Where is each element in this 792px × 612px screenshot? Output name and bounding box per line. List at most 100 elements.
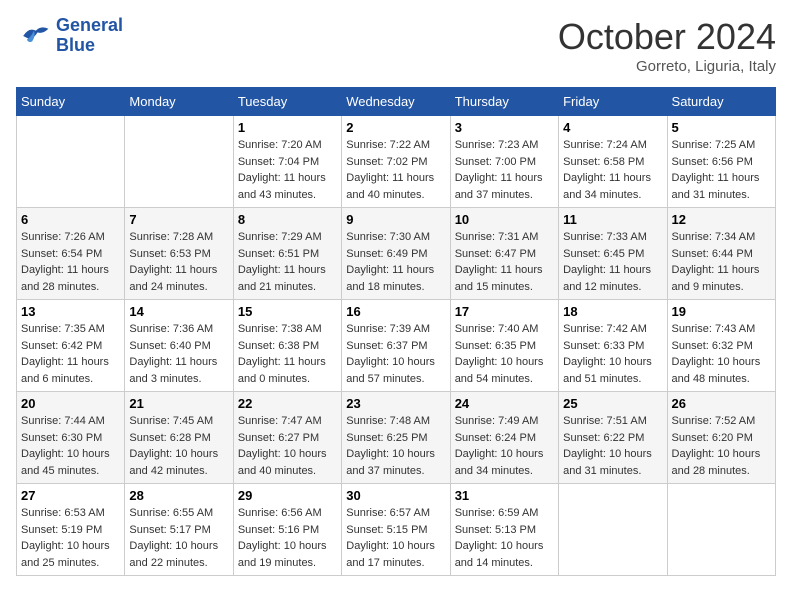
day-info: Sunrise: 7:29 AM Sunset: 6:51 PM Dayligh… <box>238 229 337 295</box>
day-number: 9 <box>346 212 445 227</box>
sunrise-text: Sunrise: 7:30 AM <box>346 231 430 243</box>
day-info: Sunrise: 7:23 AM Sunset: 7:00 PM Dayligh… <box>455 137 554 203</box>
day-info: Sunrise: 7:20 AM Sunset: 7:04 PM Dayligh… <box>238 137 337 203</box>
daylight-text: Daylight: 10 hours and 28 minutes. <box>672 448 761 477</box>
calendar-cell: 4 Sunrise: 7:24 AM Sunset: 6:58 PM Dayli… <box>559 116 667 208</box>
sunset-text: Sunset: 6:32 PM <box>672 340 753 352</box>
daylight-text: Daylight: 11 hours and 6 minutes. <box>21 356 109 385</box>
calendar-cell: 7 Sunrise: 7:28 AM Sunset: 6:53 PM Dayli… <box>125 208 233 300</box>
sunrise-text: Sunrise: 7:31 AM <box>455 231 539 243</box>
sunrise-text: Sunrise: 7:49 AM <box>455 415 539 427</box>
day-number: 21 <box>129 396 228 411</box>
location: Gorreto, Liguria, Italy <box>558 58 776 75</box>
day-number: 6 <box>21 212 120 227</box>
daylight-text: Daylight: 11 hours and 28 minutes. <box>21 264 109 293</box>
daylight-text: Daylight: 10 hours and 42 minutes. <box>129 448 218 477</box>
sunrise-text: Sunrise: 6:53 AM <box>21 507 105 519</box>
sunrise-text: Sunrise: 7:33 AM <box>563 231 647 243</box>
day-info: Sunrise: 6:55 AM Sunset: 5:17 PM Dayligh… <box>129 505 228 571</box>
daylight-text: Daylight: 10 hours and 31 minutes. <box>563 448 652 477</box>
sunrise-text: Sunrise: 7:48 AM <box>346 415 430 427</box>
day-number: 26 <box>672 396 771 411</box>
weekday-header: Sunday <box>17 88 125 116</box>
sunset-text: Sunset: 6:45 PM <box>563 248 644 260</box>
calendar-week-row: 27 Sunrise: 6:53 AM Sunset: 5:19 PM Dayl… <box>17 484 776 576</box>
calendar-week-row: 1 Sunrise: 7:20 AM Sunset: 7:04 PM Dayli… <box>17 116 776 208</box>
calendar-cell: 16 Sunrise: 7:39 AM Sunset: 6:37 PM Dayl… <box>342 300 450 392</box>
sunset-text: Sunset: 7:02 PM <box>346 156 427 168</box>
day-info: Sunrise: 7:38 AM Sunset: 6:38 PM Dayligh… <box>238 321 337 387</box>
day-number: 16 <box>346 304 445 319</box>
day-info: Sunrise: 7:52 AM Sunset: 6:20 PM Dayligh… <box>672 413 771 479</box>
day-info: Sunrise: 7:40 AM Sunset: 6:35 PM Dayligh… <box>455 321 554 387</box>
calendar-cell: 17 Sunrise: 7:40 AM Sunset: 6:35 PM Dayl… <box>450 300 558 392</box>
day-number: 29 <box>238 488 337 503</box>
sunset-text: Sunset: 6:42 PM <box>21 340 102 352</box>
calendar-table: SundayMondayTuesdayWednesdayThursdayFrid… <box>16 87 776 576</box>
daylight-text: Daylight: 10 hours and 45 minutes. <box>21 448 110 477</box>
sunrise-text: Sunrise: 7:35 AM <box>21 323 105 335</box>
daylight-text: Daylight: 11 hours and 31 minutes. <box>672 172 760 201</box>
calendar-week-row: 6 Sunrise: 7:26 AM Sunset: 6:54 PM Dayli… <box>17 208 776 300</box>
sunset-text: Sunset: 5:17 PM <box>129 524 210 536</box>
day-info: Sunrise: 7:49 AM Sunset: 6:24 PM Dayligh… <box>455 413 554 479</box>
calendar-cell: 21 Sunrise: 7:45 AM Sunset: 6:28 PM Dayl… <box>125 392 233 484</box>
page-header: GeneralBlue October 2024 Gorreto, Liguri… <box>16 16 776 75</box>
day-info: Sunrise: 6:56 AM Sunset: 5:16 PM Dayligh… <box>238 505 337 571</box>
calendar-cell: 19 Sunrise: 7:43 AM Sunset: 6:32 PM Dayl… <box>667 300 775 392</box>
calendar-cell: 18 Sunrise: 7:42 AM Sunset: 6:33 PM Dayl… <box>559 300 667 392</box>
day-number: 25 <box>563 396 662 411</box>
day-info: Sunrise: 7:26 AM Sunset: 6:54 PM Dayligh… <box>21 229 120 295</box>
daylight-text: Daylight: 10 hours and 37 minutes. <box>346 448 435 477</box>
day-number: 30 <box>346 488 445 503</box>
day-number: 13 <box>21 304 120 319</box>
sunset-text: Sunset: 6:56 PM <box>672 156 753 168</box>
sunrise-text: Sunrise: 7:26 AM <box>21 231 105 243</box>
daylight-text: Daylight: 10 hours and 57 minutes. <box>346 356 435 385</box>
day-number: 11 <box>563 212 662 227</box>
calendar-cell: 29 Sunrise: 6:56 AM Sunset: 5:16 PM Dayl… <box>233 484 341 576</box>
calendar-cell <box>559 484 667 576</box>
sunrise-text: Sunrise: 7:34 AM <box>672 231 756 243</box>
day-info: Sunrise: 7:22 AM Sunset: 7:02 PM Dayligh… <box>346 137 445 203</box>
sunset-text: Sunset: 5:19 PM <box>21 524 102 536</box>
logo-icon <box>16 18 52 54</box>
day-info: Sunrise: 7:44 AM Sunset: 6:30 PM Dayligh… <box>21 413 120 479</box>
calendar-week-row: 20 Sunrise: 7:44 AM Sunset: 6:30 PM Dayl… <box>17 392 776 484</box>
sunset-text: Sunset: 6:58 PM <box>563 156 644 168</box>
day-info: Sunrise: 7:31 AM Sunset: 6:47 PM Dayligh… <box>455 229 554 295</box>
day-number: 15 <box>238 304 337 319</box>
sunrise-text: Sunrise: 7:52 AM <box>672 415 756 427</box>
daylight-text: Daylight: 11 hours and 12 minutes. <box>563 264 651 293</box>
sunset-text: Sunset: 6:38 PM <box>238 340 319 352</box>
daylight-text: Daylight: 10 hours and 22 minutes. <box>129 540 218 569</box>
calendar-cell <box>125 116 233 208</box>
weekday-header-row: SundayMondayTuesdayWednesdayThursdayFrid… <box>17 88 776 116</box>
daylight-text: Daylight: 10 hours and 54 minutes. <box>455 356 544 385</box>
daylight-text: Daylight: 11 hours and 34 minutes. <box>563 172 651 201</box>
day-info: Sunrise: 7:36 AM Sunset: 6:40 PM Dayligh… <box>129 321 228 387</box>
weekday-header: Tuesday <box>233 88 341 116</box>
day-info: Sunrise: 7:25 AM Sunset: 6:56 PM Dayligh… <box>672 137 771 203</box>
sunset-text: Sunset: 7:00 PM <box>455 156 536 168</box>
day-number: 3 <box>455 120 554 135</box>
calendar-cell: 15 Sunrise: 7:38 AM Sunset: 6:38 PM Dayl… <box>233 300 341 392</box>
calendar-cell: 1 Sunrise: 7:20 AM Sunset: 7:04 PM Dayli… <box>233 116 341 208</box>
calendar-cell: 8 Sunrise: 7:29 AM Sunset: 6:51 PM Dayli… <box>233 208 341 300</box>
day-number: 12 <box>672 212 771 227</box>
calendar-cell: 28 Sunrise: 6:55 AM Sunset: 5:17 PM Dayl… <box>125 484 233 576</box>
sunrise-text: Sunrise: 7:45 AM <box>129 415 213 427</box>
day-number: 23 <box>346 396 445 411</box>
sunset-text: Sunset: 6:49 PM <box>346 248 427 260</box>
daylight-text: Daylight: 10 hours and 34 minutes. <box>455 448 544 477</box>
day-info: Sunrise: 7:42 AM Sunset: 6:33 PM Dayligh… <box>563 321 662 387</box>
day-number: 1 <box>238 120 337 135</box>
day-number: 7 <box>129 212 228 227</box>
sunrise-text: Sunrise: 7:24 AM <box>563 139 647 151</box>
sunset-text: Sunset: 6:30 PM <box>21 432 102 444</box>
day-number: 10 <box>455 212 554 227</box>
calendar-cell: 22 Sunrise: 7:47 AM Sunset: 6:27 PM Dayl… <box>233 392 341 484</box>
sunrise-text: Sunrise: 7:20 AM <box>238 139 322 151</box>
day-number: 28 <box>129 488 228 503</box>
sunset-text: Sunset: 6:33 PM <box>563 340 644 352</box>
